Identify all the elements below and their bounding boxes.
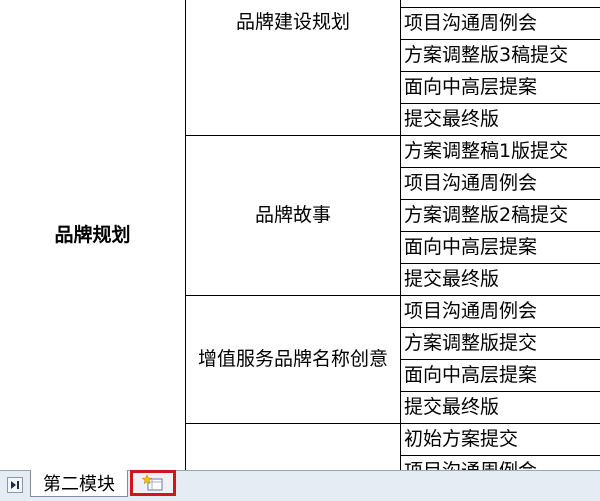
- task-cell[interactable]: 方案调整稿1版提交: [401, 136, 600, 167]
- sheet-tab[interactable]: 第二模块: [30, 470, 128, 497]
- task-cell[interactable]: 方案调整版提交: [401, 328, 600, 359]
- group-cell[interactable]: 品牌建设规划: [186, 0, 400, 45]
- task-cell[interactable]: 提交最终版: [401, 264, 600, 295]
- main-category-cell[interactable]: 品牌规划: [0, 0, 185, 470]
- task-cell[interactable]: 项目沟通周例会: [401, 8, 600, 39]
- task-cell[interactable]: 项目沟通周例会: [401, 456, 600, 470]
- task-cell[interactable]: 方案调整版2稿提交: [401, 200, 600, 231]
- last-sheet-icon[interactable]: [7, 477, 23, 493]
- task-cell[interactable]: 面向中高层提案: [401, 72, 600, 103]
- group-cell[interactable]: 增值服务品牌名称创意: [186, 296, 400, 423]
- last-sheet-glyph: [11, 481, 19, 489]
- group-cell[interactable]: 品牌故事: [186, 136, 400, 295]
- task-cell[interactable]: 提交最终版: [401, 392, 600, 423]
- task-cell[interactable]: 方案调整版3稿提交: [401, 40, 600, 71]
- insert-worksheet-icon: [141, 474, 163, 491]
- insert-worksheet-button[interactable]: [130, 470, 176, 496]
- task-cell[interactable]: 项目沟通周例会: [401, 296, 600, 327]
- group-cell[interactable]: [186, 424, 400, 470]
- task-cell[interactable]: 面向中高层提案: [401, 360, 600, 391]
- task-cell[interactable]: 初始方案提交: [401, 424, 600, 455]
- task-cell[interactable]: 项目沟通周例会: [401, 168, 600, 199]
- sheet-tab-bar: 第二模块: [0, 470, 600, 501]
- task-cell[interactable]: 面向中高层提案: [401, 232, 600, 263]
- task-cell[interactable]: 提交最终版: [401, 104, 600, 135]
- spreadsheet-grid[interactable]: 品牌规划 品牌建设规划 品牌故事 增值服务品牌名称创意 项目沟通周例会 方案调整…: [0, 0, 600, 470]
